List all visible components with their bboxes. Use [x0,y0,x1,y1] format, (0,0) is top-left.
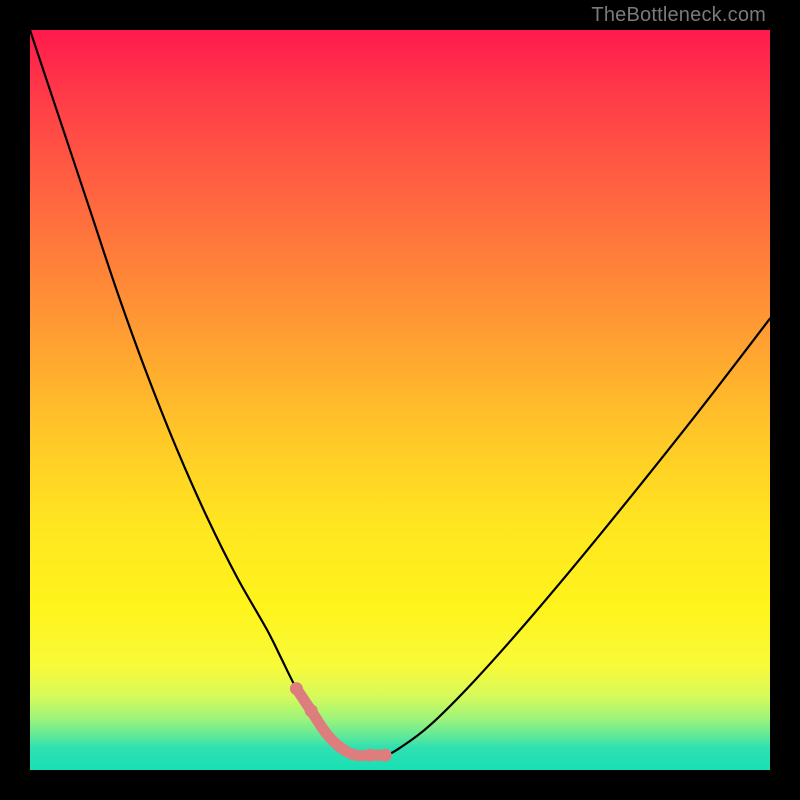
bottleneck-curve-path [30,30,770,756]
basin-highlight-path [296,689,385,756]
chart-frame: TheBottleneck.com [0,0,800,800]
curve-svg [30,30,770,770]
plot-area [30,30,770,770]
basin-dot [364,749,377,762]
basin-dot [290,682,303,695]
watermark-text: TheBottleneck.com [591,4,766,27]
basin-dot [305,704,318,717]
basin-dot [379,749,392,762]
